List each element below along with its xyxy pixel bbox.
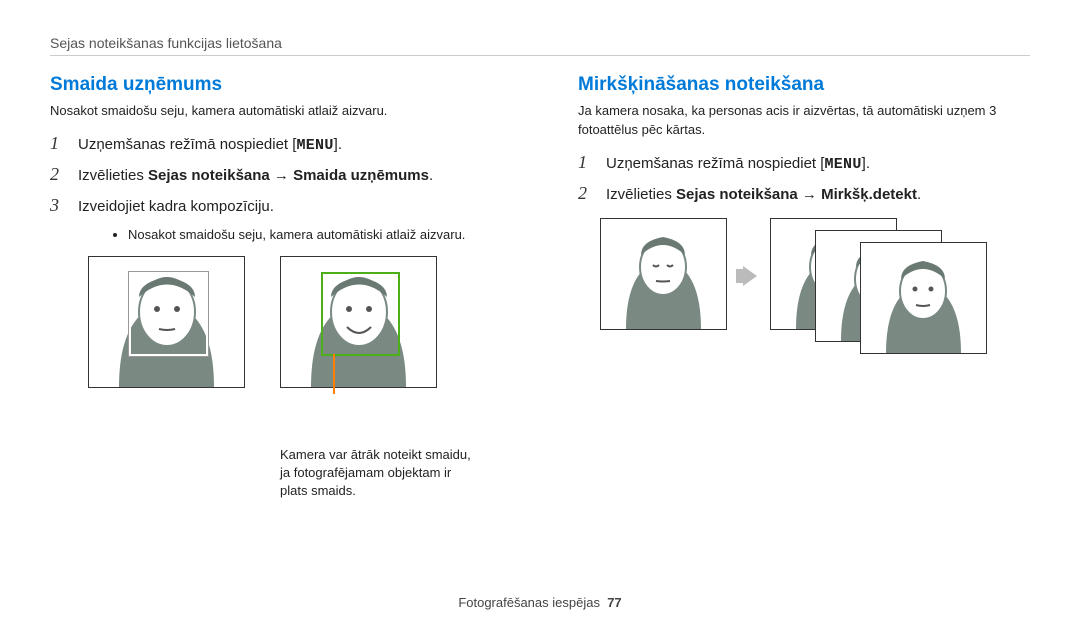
- arrow-right-icon: [743, 266, 757, 286]
- page-footer: Fotografēšanas iespējas 77: [0, 595, 1080, 610]
- intro-blink: Ja kamera nosaka, ka personas acis ir ai…: [578, 102, 1030, 140]
- step-1-text: Uzņemšanas režīmā nospiediet [MENU].: [606, 155, 870, 173]
- step-number: 3: [50, 195, 68, 216]
- face-thumb-eyes-closed: [600, 218, 727, 330]
- callout-pointer-line: [333, 354, 335, 394]
- smile-detect-frame: [321, 272, 400, 356]
- step-number: 2: [50, 164, 68, 185]
- step-3-text: Izveidojiet kadra kompozīciju.: [78, 198, 274, 215]
- step-3: 3 Izveidojiet kadra kompozīciju.: [50, 195, 518, 216]
- step-2-text: Izvēlieties Sejas noteikšana → Mirkšķ.de…: [606, 186, 921, 203]
- face-detect-frame: [129, 272, 208, 356]
- heading-blink: Mirkšķināšanas noteikšana: [578, 74, 1030, 96]
- image-caption: Kamera var ātrāk noteikt smaidu, ja foto…: [280, 446, 480, 501]
- menu-label-icon: MENU: [824, 156, 861, 173]
- step-2: 2 Izvēlieties Sejas noteikšana → Mirkšķ.…: [578, 183, 1030, 204]
- step-number: 1: [50, 133, 68, 154]
- step-2: 2 Izvēlieties Sejas noteikšana → Smaida …: [50, 164, 518, 185]
- intro-smile: Nosakot smaidošu seju, kamera automātisk…: [50, 102, 518, 121]
- step-2-text: Izvēlieties Sejas noteikšana → Smaida uz…: [78, 167, 433, 184]
- step-1: 1 Uzņemšanas režīmā nospiediet [MENU].: [50, 133, 518, 154]
- face-thumb-neutral: [88, 256, 245, 388]
- smile-images: [88, 256, 518, 436]
- divider-line: [50, 55, 1030, 56]
- footer-page-number: 77: [607, 595, 621, 610]
- heading-smile: Smaida uzņēmums: [50, 74, 518, 96]
- sub-bullets: Nosakot smaidošu seju, kamera automātisk…: [88, 226, 518, 244]
- column-blink-detect: Mirkšķināšanas noteikšana Ja kamera nosa…: [578, 74, 1030, 501]
- face-thumb-burst-3: [860, 242, 987, 354]
- step-1: 1 Uzņemšanas režīmā nospiediet [MENU].: [578, 152, 1030, 173]
- step-number: 2: [578, 183, 596, 204]
- sub-bullet-item: Nosakot smaidošu seju, kamera automātisk…: [128, 226, 518, 244]
- blink-images: [600, 218, 1020, 368]
- face-thumb-smiling: [280, 256, 437, 388]
- face-illustration: [601, 219, 726, 329]
- footer-section: Fotografēšanas iespējas: [458, 595, 600, 610]
- breadcrumb: Sejas noteikšanas funkcijas lietošana: [50, 35, 1030, 51]
- step-number: 1: [578, 152, 596, 173]
- column-smile-shot: Smaida uzņēmums Nosakot smaidošu seju, k…: [50, 74, 518, 501]
- step-1-text: Uzņemšanas režīmā nospiediet [MENU].: [78, 136, 342, 154]
- face-illustration: [861, 243, 986, 353]
- menu-label-icon: MENU: [296, 137, 333, 154]
